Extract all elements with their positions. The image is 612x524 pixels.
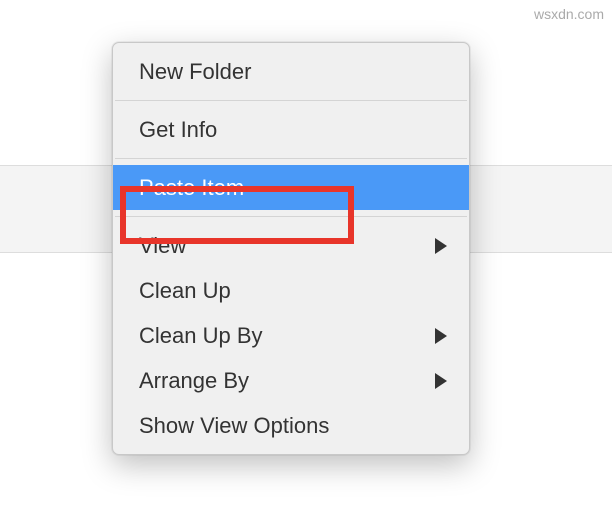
menu-separator (115, 100, 467, 101)
context-menu: New Folder Get Info Paste Item View Clea… (112, 42, 470, 455)
menu-item-clean-up[interactable]: Clean Up (113, 268, 469, 313)
menu-item-clean-up-by[interactable]: Clean Up By (113, 313, 469, 358)
menu-item-label: Paste Item (139, 175, 244, 200)
menu-item-view[interactable]: View (113, 223, 469, 268)
menu-item-show-view-options[interactable]: Show View Options (113, 403, 469, 448)
menu-separator (115, 158, 467, 159)
menu-item-label: Show View Options (139, 413, 329, 438)
menu-item-label: Arrange By (139, 368, 249, 393)
submenu-arrow-icon (435, 328, 447, 344)
menu-item-arrange-by[interactable]: Arrange By (113, 358, 469, 403)
watermark-text: wsxdn.com (534, 6, 604, 22)
menu-item-paste-item[interactable]: Paste Item (113, 165, 469, 210)
menu-item-label: Clean Up (139, 278, 231, 303)
menu-item-label: Get Info (139, 117, 217, 142)
submenu-arrow-icon (435, 238, 447, 254)
submenu-arrow-icon (435, 373, 447, 389)
menu-item-label: View (139, 233, 186, 258)
menu-separator (115, 216, 467, 217)
menu-item-label: New Folder (139, 59, 251, 84)
menu-item-new-folder[interactable]: New Folder (113, 49, 469, 94)
menu-item-get-info[interactable]: Get Info (113, 107, 469, 152)
menu-item-label: Clean Up By (139, 323, 263, 348)
